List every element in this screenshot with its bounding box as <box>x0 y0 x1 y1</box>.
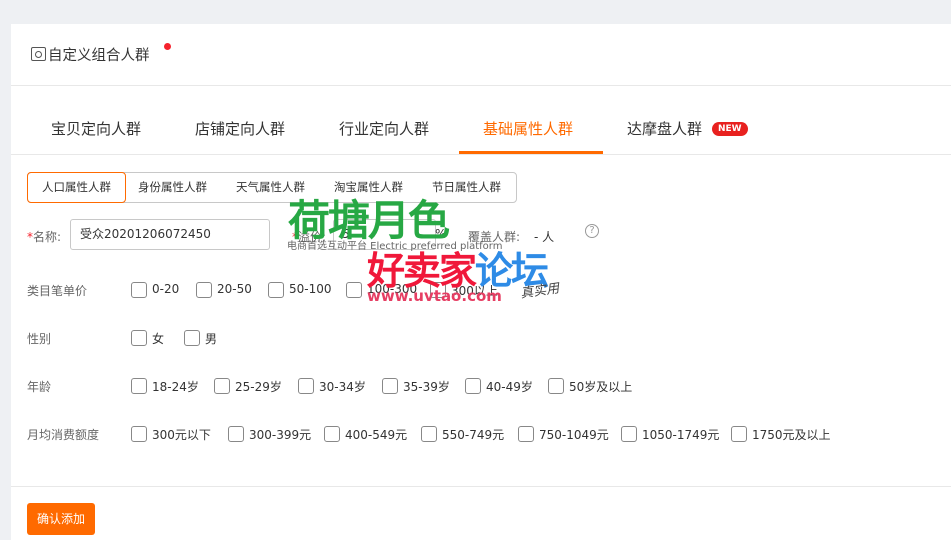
checkbox[interactable] <box>131 330 147 346</box>
checkbox[interactable] <box>548 378 564 394</box>
coverage-label: 覆盖人群: <box>468 230 521 244</box>
checkbox[interactable] <box>131 426 147 442</box>
checkbox[interactable] <box>131 378 147 394</box>
tab-item-audience[interactable]: 宝贝定向人群 <box>51 118 141 139</box>
active-tab-indicator <box>459 151 603 154</box>
required-dot <box>164 43 171 50</box>
premium-input[interactable]: 5 <box>333 219 436 250</box>
checkbox[interactable] <box>268 282 284 298</box>
main-card: 自定义组合人群 宝贝定向人群 店铺定向人群 行业定向人群 基础属性人群 达摩盘人… <box>11 24 951 540</box>
checkbox[interactable] <box>346 282 362 298</box>
footer-divider <box>11 486 951 487</box>
attribute-subtabs: 人口属性人群 身份属性人群 天气属性人群 淘宝属性人群 节日属性人群 <box>27 172 517 203</box>
checkbox[interactable] <box>214 378 230 394</box>
checkbox[interactable] <box>421 426 437 442</box>
checkbox[interactable] <box>298 378 314 394</box>
checkbox[interactable] <box>131 282 147 298</box>
name-input[interactable]: 受众20201206072450 <box>70 219 270 250</box>
checkbox[interactable] <box>518 426 534 442</box>
tab-shop-audience[interactable]: 店铺定向人群 <box>195 118 285 139</box>
audience-tabs: 宝贝定向人群 店铺定向人群 行业定向人群 基础属性人群 达摩盘人群 NEW <box>11 102 951 155</box>
subtab-taobao[interactable]: 淘宝属性人群 <box>334 173 403 202</box>
help-icon[interactable]: ? <box>585 224 599 238</box>
price-label: 类目笔单价 <box>27 284 88 298</box>
spend-label: 月均消费额度 <box>27 428 100 442</box>
audience-icon <box>31 47 46 61</box>
checkbox[interactable] <box>184 330 200 346</box>
new-badge: NEW <box>712 122 748 136</box>
page-title: 自定义组合人群 <box>48 48 150 64</box>
tab-dmp-audience[interactable]: 达摩盘人群 <box>627 118 702 139</box>
subtab-holiday[interactable]: 节日属性人群 <box>432 173 501 202</box>
checkbox[interactable] <box>465 378 481 394</box>
gender-label: 性别 <box>27 332 52 346</box>
checkbox[interactable] <box>324 426 340 442</box>
checkbox[interactable] <box>228 426 244 442</box>
checkbox[interactable] <box>196 282 212 298</box>
checkbox[interactable] <box>731 426 747 442</box>
tab-industry-audience[interactable]: 行业定向人群 <box>339 118 429 139</box>
percent-unit: % <box>435 227 447 241</box>
checkbox[interactable] <box>430 282 446 298</box>
coverage-value: - 人 <box>534 230 555 244</box>
checkbox[interactable] <box>621 426 637 442</box>
confirm-add-button[interactable]: 确认添加 <box>27 503 95 535</box>
checkbox[interactable] <box>382 378 398 394</box>
subtab-weather[interactable]: 天气属性人群 <box>236 173 305 202</box>
tab-basic-attribute-audience[interactable]: 基础属性人群 <box>483 118 573 139</box>
card-header: 自定义组合人群 <box>11 24 951 86</box>
name-label: *名称: <box>27 230 62 244</box>
age-label: 年龄 <box>27 380 52 394</box>
premium-label: *溢价: <box>292 230 327 244</box>
subtab-demographic[interactable]: 人口属性人群 <box>27 172 126 203</box>
subtab-identity[interactable]: 身份属性人群 <box>138 173 207 202</box>
